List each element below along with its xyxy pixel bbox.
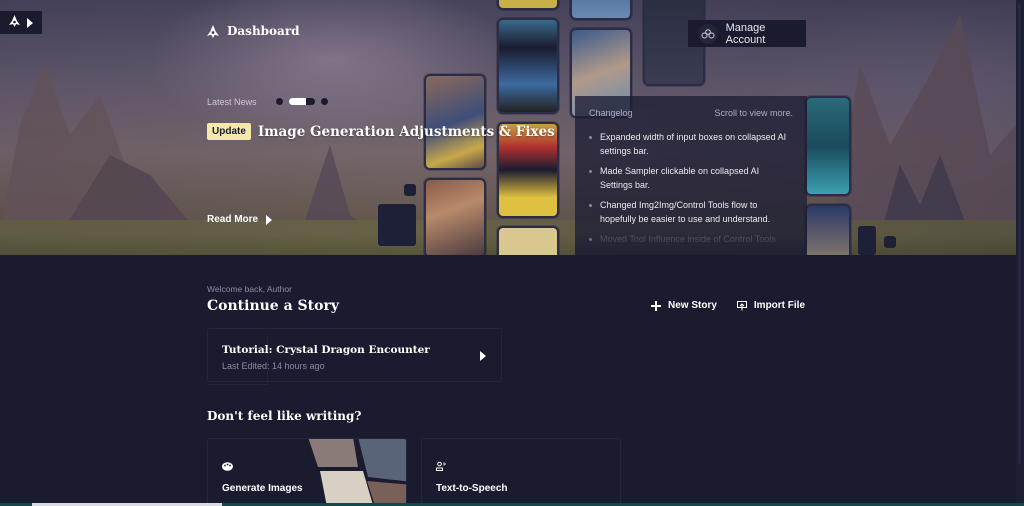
sample-images (303, 439, 406, 506)
update-badge: Update (207, 123, 251, 140)
gallery-image (497, 0, 559, 10)
generate-images-card[interactable]: Generate Images (207, 438, 407, 506)
gallery-column-5 (805, 96, 851, 255)
gallery-image (570, 0, 632, 20)
gallery-image (497, 18, 559, 114)
gallery-image (424, 74, 486, 170)
changelog-scroll-hint: Scroll to view more. (714, 108, 793, 118)
gallery-image (424, 178, 486, 255)
new-story-button[interactable]: New Story (651, 300, 717, 311)
read-more-button[interactable]: Read More (207, 214, 273, 225)
logo-icon (9, 14, 20, 32)
gallery-image (805, 96, 851, 196)
gallery-image (805, 204, 851, 255)
changelog-item: Made Sampler clickable on collapsed AI S… (589, 164, 793, 192)
speaker-person-icon (436, 458, 446, 476)
logo-icon (207, 24, 219, 38)
news-headline: Update Image Generation Adjustments & Fi… (207, 123, 555, 140)
latest-news-label: Latest News (207, 97, 257, 107)
play-arrow-icon (480, 351, 486, 361)
story-actions: New Story Import File (651, 300, 805, 311)
decorative-square (884, 236, 896, 248)
manage-account-label: Manage Account (725, 21, 766, 46)
import-file-label: Import File (753, 300, 806, 311)
generate-images-label: Generate Images (222, 483, 303, 494)
scrollbar-thumb[interactable] (1018, 4, 1021, 464)
page-scrollbar[interactable] (1016, 0, 1024, 506)
changelog-item: Changed Img2Img/Control Tools flow to ho… (589, 198, 793, 226)
plus-icon (651, 300, 661, 311)
decorative-square (378, 204, 416, 246)
text-to-speech-card[interactable]: Text-to-Speech (421, 438, 621, 506)
palette-icon (222, 458, 233, 476)
read-more-label: Read More (207, 214, 259, 225)
gallery-column-1 (424, 74, 486, 255)
continue-story-heading: Continue a Story (207, 298, 339, 314)
news-carousel-dots (276, 98, 328, 105)
changelog-panel[interactable]: Changelog Scroll to view more. Expanded … (575, 96, 807, 255)
carousel-dot[interactable] (276, 98, 283, 105)
story-last-edited: Last Edited: 14 hours ago (222, 361, 325, 371)
story-title: Tutorial: Crystal Dragon Encounter (222, 344, 430, 356)
text-to-speech-label: Text-to-Speech (436, 483, 508, 494)
manage-account-button[interactable]: Manage Account (688, 20, 806, 47)
alt-activities-heading: Don't feel like writing? (207, 409, 362, 423)
story-card[interactable]: Tutorial: Crystal Dragon Encounter Last … (207, 328, 502, 385)
expand-arrow-icon (27, 17, 33, 28)
decorative-square (404, 184, 416, 196)
carousel-dot[interactable] (321, 98, 328, 105)
new-story-label: New Story (668, 300, 717, 311)
import-file-button[interactable]: Import File (736, 300, 806, 311)
changelog-list: Expanded width of input boxes on collaps… (589, 130, 793, 246)
gallery-image (497, 226, 559, 255)
carousel-dot-active[interactable] (289, 98, 315, 105)
sidebar-toggle-button[interactable] (0, 11, 42, 34)
account-avatar-icon (698, 23, 718, 44)
page-title: Dashboard (207, 24, 300, 38)
welcome-text: Welcome back, Author (207, 284, 292, 294)
upload-icon (736, 300, 747, 311)
play-arrow-icon (266, 214, 273, 225)
changelog-item: Expanded width of input boxes on collaps… (589, 130, 793, 158)
decorative-square (858, 226, 876, 255)
page-title-text: Dashboard (227, 24, 300, 38)
changelog-title: Changelog (589, 108, 633, 118)
news-title: Image Generation Adjustments & Fixes (257, 123, 555, 140)
